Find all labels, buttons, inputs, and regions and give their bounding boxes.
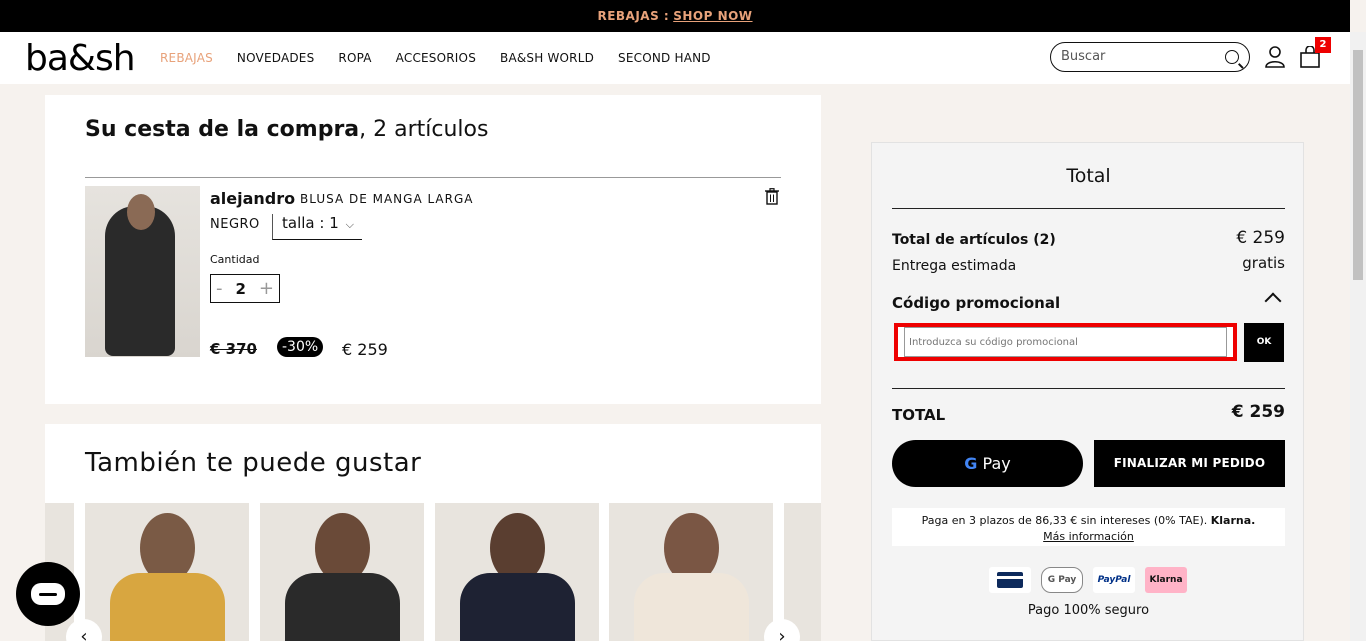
klarna-more-link[interactable]: Más información [1043, 530, 1134, 543]
product-card[interactable] [85, 503, 249, 641]
search-icon[interactable] [1225, 50, 1239, 64]
delivery-label: Entrega estimada [892, 258, 1017, 274]
klarna-info: Paga en 3 plazos de 86,33 € sin interese… [892, 508, 1285, 546]
google-pay-label: Pay [982, 454, 1011, 473]
scrollbar[interactable] [1350, 32, 1366, 641]
logo[interactable]: ba&sh [25, 38, 136, 79]
chevron-down-icon: ⌵ [345, 218, 354, 231]
quantity-stepper: - 2 + [210, 274, 280, 303]
size-label: talla : 1 [282, 214, 339, 232]
chevron-up-icon[interactable] [1264, 292, 1282, 310]
trash-icon[interactable] [765, 188, 779, 205]
price-new: € 259 [342, 340, 388, 359]
recommendations-card: También te puede gustar ‹ › [45, 424, 821, 641]
discount-badge: -30% [277, 337, 324, 357]
product-name[interactable]: alejandro [210, 189, 295, 208]
promo-bar: REBAJAS : SHOP NOW [0, 0, 1350, 32]
order-summary: Total Total de artículos (2) € 259 Entre… [871, 142, 1304, 641]
summary-title: Total [1066, 165, 1111, 187]
product-image[interactable] [85, 186, 200, 357]
quantity-label: Cantidad [210, 253, 260, 266]
payment-methods: G Pay PayPal Klarna [989, 567, 1187, 593]
cart-card: Su cesta de la compra, 2 artículos aleja… [45, 95, 821, 404]
product-type: BLUSA DE MANGA LARGA [300, 192, 474, 206]
items-total-value: € 259 [1236, 228, 1285, 248]
klarna-text: Paga en 3 plazos de 86,33 € sin interese… [921, 514, 1208, 527]
delivery-value: gratis [1242, 254, 1285, 272]
google-g-icon: G [964, 454, 978, 473]
items-total-label: Total de artículos (2) [892, 232, 1056, 248]
price-old: € 370 [210, 340, 257, 358]
promo-code-label[interactable]: Código promocional [892, 294, 1060, 312]
size-select[interactable]: talla : 1 ⌵ [272, 214, 362, 240]
qty-minus-button[interactable]: - [216, 278, 223, 299]
recommendations-title: También te puede gustar [85, 448, 422, 478]
nav-item-bash-world[interactable]: BA&SH WORLD [500, 51, 594, 65]
promo-ok-button[interactable]: OK [1244, 323, 1284, 362]
delivery-row: Entrega estimada gratis [892, 254, 1285, 274]
google-pay-button[interactable]: G Pay [892, 440, 1083, 487]
chat-button[interactable] [16, 562, 80, 626]
card-icon [989, 567, 1031, 593]
nav-item-ropa[interactable]: ROPA [338, 51, 371, 65]
recommendations-carousel: ‹ › [45, 503, 821, 641]
grand-total-value: € 259 [1231, 402, 1285, 422]
main-nav: REBAJAS NOVEDADES ROPA ACCESORIOS BA&SH … [160, 51, 735, 65]
promo-label: REBAJAS : [597, 9, 670, 23]
grand-total-label: TOTAL [892, 406, 946, 424]
klarna-brand: Klarna. [1210, 514, 1256, 527]
checkout-button[interactable]: FINALIZAR MI PEDIDO [1094, 440, 1285, 487]
bag-count-badge: 2 [1315, 37, 1331, 53]
user-icon[interactable] [1265, 46, 1285, 68]
klarna-icon: Klarna [1145, 567, 1187, 593]
gpay-icon: G Pay [1041, 567, 1083, 593]
qty-plus-button[interactable]: + [259, 278, 274, 299]
product-card[interactable] [435, 503, 599, 641]
secure-payment-text: Pago 100% seguro [1027, 603, 1150, 618]
paypal-icon: PayPal [1093, 567, 1135, 593]
nav-item-rebajas[interactable]: REBAJAS [160, 51, 213, 65]
cart-title: Su cesta de la compra, 2 artículos [85, 117, 489, 142]
product-color: NEGRO [210, 217, 260, 232]
qty-value: 2 [235, 279, 246, 298]
nav-item-accesorios[interactable]: ACCESORIOS [396, 51, 476, 65]
promo-code-field [894, 323, 1237, 361]
promo-code-input[interactable] [904, 327, 1227, 357]
chat-icon [31, 583, 65, 605]
product-card[interactable] [260, 503, 424, 641]
shop-now-link[interactable]: SHOP NOW [673, 9, 752, 23]
divider [892, 388, 1285, 389]
divider [892, 208, 1285, 209]
scrollbar-thumb[interactable] [1353, 50, 1363, 280]
product-card[interactable] [609, 503, 773, 641]
divider [85, 177, 781, 178]
nav-item-novedades[interactable]: NOVEDADES [237, 51, 314, 65]
grand-total-row: TOTAL € 259 [892, 402, 1285, 424]
search-placeholder: Buscar [1061, 49, 1106, 64]
nav-item-second-hand[interactable]: SECOND HAND [618, 51, 711, 65]
header: ba&sh REBAJAS NOVEDADES ROPA ACCESORIOS … [0, 32, 1350, 84]
search-input[interactable]: Buscar [1050, 42, 1250, 72]
items-total-row: Total de artículos (2) € 259 [892, 228, 1285, 248]
